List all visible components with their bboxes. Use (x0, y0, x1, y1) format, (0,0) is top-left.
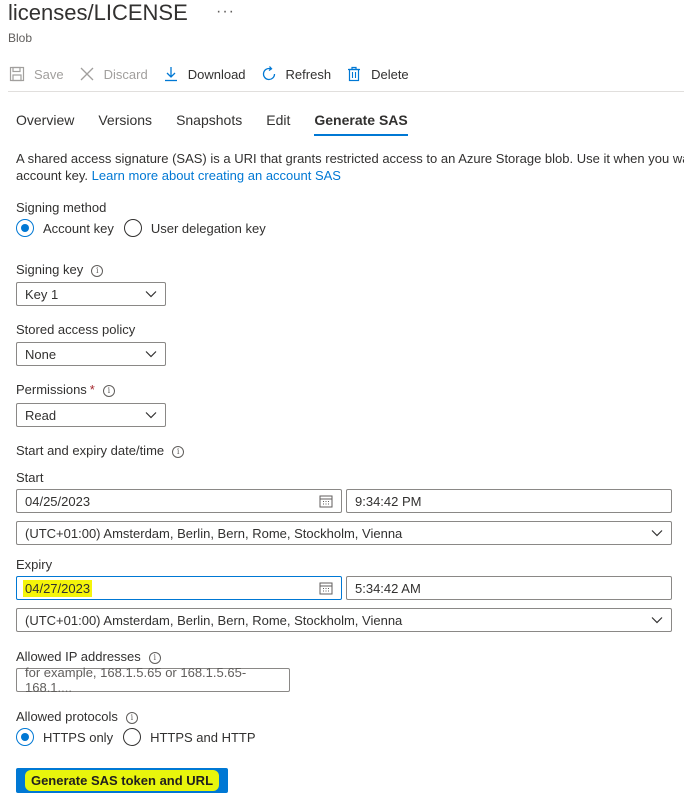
protocols-label: Allowed protocols (16, 709, 118, 724)
delete-label: Delete (371, 66, 409, 82)
protocols-radio-group: HTTPS only HTTPS and HTTP (16, 728, 266, 746)
delete-button[interactable]: Delete (345, 60, 409, 88)
radio-https-only[interactable]: HTTPS only (16, 728, 113, 746)
info-icon[interactable]: i (125, 712, 138, 724)
radio-account-key-label: Account key (43, 220, 114, 236)
radio-https-and-http[interactable]: HTTPS and HTTP (123, 728, 256, 746)
tab-overview[interactable]: Overview (8, 106, 82, 136)
stored-policy-value: None (25, 346, 57, 362)
permissions-dropdown[interactable]: Read (16, 403, 166, 427)
info-icon[interactable]: i (91, 265, 104, 277)
expiry-label: Expiry (16, 557, 53, 572)
signing-key-label: Signing key (16, 262, 84, 277)
trash-icon (345, 65, 363, 83)
radio-account-key[interactable]: Account key (16, 219, 114, 237)
toolbar-divider (8, 91, 684, 92)
start-time-field[interactable]: 9:34:42 PM (346, 489, 672, 513)
save-icon (8, 65, 26, 83)
more-options-button[interactable]: ··· (216, 3, 235, 21)
download-button[interactable]: Download (162, 60, 246, 88)
start-time-value: 9:34:42 PM (355, 493, 422, 509)
chevron-down-icon (145, 288, 157, 300)
generate-sas-button-label: Generate SAS token and URL (24, 770, 220, 791)
info-icon[interactable]: i (148, 652, 161, 664)
download-label: Download (187, 66, 246, 82)
signing-key-dropdown[interactable]: Key 1 (16, 282, 166, 306)
refresh-label: Refresh (285, 66, 332, 82)
generate-sas-button[interactable]: Generate SAS token and URL (16, 768, 228, 793)
page-title: licenses/LICENSE (8, 0, 188, 25)
chevron-down-icon (145, 348, 157, 360)
expiry-timezone-value: (UTC+01:00) Amsterdam, Berlin, Bern, Rom… (25, 612, 403, 628)
datetime-label: Start and expiry date/time (16, 443, 165, 458)
start-label: Start (16, 470, 44, 485)
expiry-timezone-dropdown[interactable]: (UTC+01:00) Amsterdam, Berlin, Bern, Rom… (16, 608, 672, 632)
radio-unchecked-icon (123, 728, 142, 746)
learn-more-link[interactable]: Learn more about creating an account SAS (92, 168, 341, 183)
description-line-2: account key. (16, 168, 89, 183)
page-subtitle: Blob (8, 31, 33, 45)
radio-user-delegation-key[interactable]: User delegation key (123, 219, 266, 237)
permissions-label: Permissions (16, 382, 87, 397)
radio-user-delegation-key-label: User delegation key (150, 220, 266, 236)
required-asterisk: * (89, 382, 95, 397)
refresh-button[interactable]: Refresh (260, 60, 332, 88)
start-timezone-value: (UTC+01:00) Amsterdam, Berlin, Bern, Rom… (25, 525, 403, 541)
signing-key-value: Key 1 (25, 286, 59, 302)
protocols-label-row: Allowed protocols i (16, 709, 138, 724)
download-icon (162, 65, 180, 83)
expiry-date-field[interactable]: 04/27/2023 (16, 576, 342, 600)
radio-https-only-label: HTTPS only (43, 729, 114, 745)
allowed-ip-input[interactable]: for example, 168.1.5.65 or 168.1.5.65-16… (16, 665, 290, 695)
allowed-ip-label-row: Allowed IP addresses i (16, 649, 161, 664)
signing-method-label: Signing method (16, 200, 107, 215)
radio-checked-icon (16, 728, 34, 746)
tab-edit[interactable]: Edit (258, 106, 298, 136)
expiry-time-value: 5:34:42 AM (355, 580, 421, 596)
start-date-value: 04/25/2023 (25, 493, 91, 509)
chevron-down-icon (651, 527, 663, 539)
signing-key-label-row: Signing key i (16, 262, 104, 277)
start-timezone-dropdown[interactable]: (UTC+01:00) Amsterdam, Berlin, Bern, Rom… (16, 521, 672, 545)
allowed-ip-placeholder: for example, 168.1.5.65 or 168.1.5.65-16… (25, 665, 247, 695)
signing-method-radio-group: Account key User delegation key (16, 219, 276, 237)
stored-policy-label: Stored access policy (16, 322, 136, 337)
tab-bar: Overview Versions Snapshots Edit Generat… (8, 106, 424, 136)
allowed-ip-label: Allowed IP addresses (16, 649, 141, 664)
close-icon (78, 65, 96, 83)
datetime-label-row: Start and expiry date/time i (16, 443, 185, 458)
save-button[interactable]: Save (8, 60, 64, 88)
tab-versions[interactable]: Versions (90, 106, 160, 136)
radio-checked-icon (16, 219, 34, 237)
calendar-icon[interactable] (319, 581, 333, 595)
calendar-icon[interactable] (319, 494, 333, 508)
info-icon[interactable]: i (102, 385, 115, 397)
sas-description: A shared access signature (SAS) is a URI… (16, 150, 684, 184)
command-bar: Save Discard Download Refresh Delete (8, 60, 423, 88)
tab-snapshots[interactable]: Snapshots (168, 106, 250, 136)
expiry-date-value: 04/27/2023 (23, 579, 93, 597)
start-date-field[interactable]: 04/25/2023 (16, 489, 342, 513)
radio-unchecked-icon (123, 219, 142, 237)
stored-policy-dropdown[interactable]: None (16, 342, 166, 366)
save-label: Save (34, 66, 64, 82)
tab-generate-sas[interactable]: Generate SAS (306, 106, 415, 136)
description-line-1: A shared access signature (SAS) is a URI… (16, 151, 684, 166)
refresh-icon (260, 65, 278, 83)
discard-button[interactable]: Discard (78, 60, 148, 88)
discard-label: Discard (103, 66, 148, 82)
info-icon[interactable]: i (172, 446, 185, 458)
permissions-value: Read (25, 407, 57, 423)
chevron-down-icon (651, 614, 663, 626)
chevron-down-icon (145, 409, 157, 421)
radio-https-and-http-label: HTTPS and HTTP (150, 729, 256, 745)
expiry-time-field[interactable]: 5:34:42 AM (346, 576, 672, 600)
permissions-label-row: Permissions * i (16, 382, 115, 397)
